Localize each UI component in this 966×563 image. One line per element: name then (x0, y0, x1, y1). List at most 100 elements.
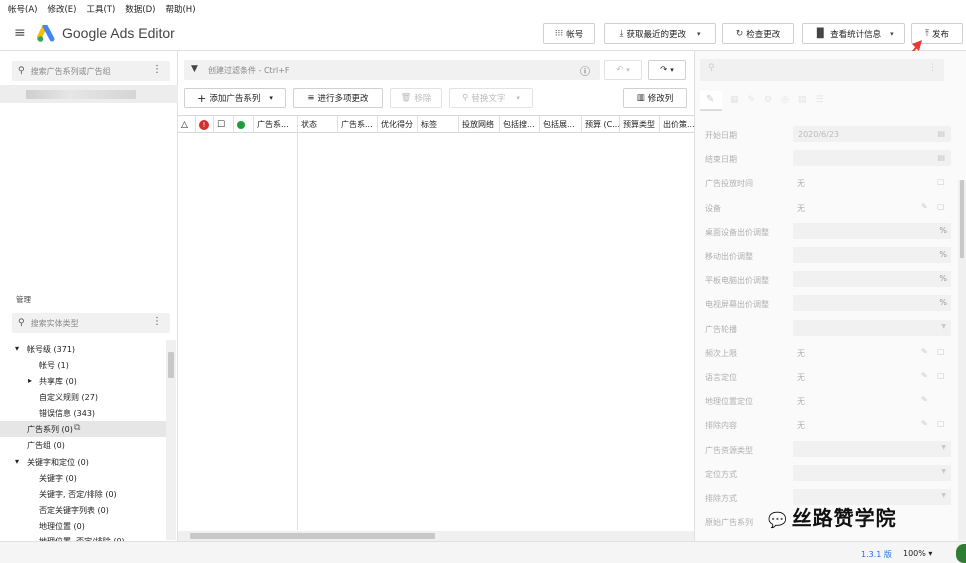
property-field[interactable]: % (793, 223, 951, 239)
modify-columns-button[interactable]: ▥ 修改列 (623, 88, 687, 108)
account-button[interactable]: ⁝⁝⁝ 帐号 (543, 23, 595, 44)
property-value: 无 (797, 204, 805, 213)
tree-expand-icon[interactable]: ▸ (28, 376, 32, 385)
property-field[interactable]: ▼ (793, 465, 951, 481)
col-bid-strategy[interactable]: 出价策... (660, 116, 694, 133)
error-column-icon[interactable]: ! (196, 116, 214, 133)
copy-icon[interactable]: ▢ (937, 347, 945, 356)
tree-item-negative-keyword-lists[interactable]: 否定关键字列表 (0) (39, 505, 109, 516)
chevron-down-icon[interactable]: ▾ (516, 94, 520, 102)
properties-search-input[interactable]: ⚲ ⋮ (700, 59, 944, 81)
chevron-down-icon[interactable]: ▼ (941, 492, 946, 499)
property-tab-icons[interactable]: ▦✎⚙◎▤☰ (730, 95, 833, 105)
property-field[interactable]: ▤ (793, 150, 951, 166)
tree-item-negative-keywords[interactable]: 关键字, 否定/排除 (0) (39, 489, 117, 500)
property-field[interactable]: % (793, 247, 951, 263)
assistant-icon[interactable] (956, 544, 966, 563)
filter-bar[interactable]: ▼ 创建过滤条件 - Ctrl+F ⓘ (184, 60, 600, 80)
chevron-down-icon[interactable]: ▾ (697, 30, 701, 38)
copy-icon[interactable]: ▢ (937, 202, 945, 211)
replace-text-button[interactable]: ⚲ 替换文字 ▾ (449, 88, 533, 108)
version-link[interactable]: 1.3.1 版 (861, 549, 892, 560)
campaign-search-input[interactable]: ⚲ 搜索广告系列或广告组 ⋮ (12, 61, 170, 81)
tree-item-keywords[interactable]: 关键字 (0) (39, 473, 77, 484)
col-status[interactable]: 状态 (298, 116, 338, 133)
col-optimization-score[interactable]: 优化得分 (378, 116, 418, 133)
pencil-icon[interactable]: ✎ (921, 395, 928, 404)
tree-item-account-level[interactable]: 帐号级 (371) (27, 344, 75, 355)
copy-icon[interactable]: ▢ (937, 419, 945, 428)
pencil-icon[interactable]: ✎ (921, 202, 928, 211)
tree-item-locations[interactable]: 地理位置 (0) (39, 521, 85, 532)
open-external-icon[interactable]: ⧉ (74, 423, 80, 433)
hamburger-menu-icon[interactable]: ≡ (14, 25, 26, 41)
pencil-icon[interactable]: ✎ (921, 419, 928, 428)
scrollbar-thumb[interactable] (960, 180, 964, 258)
pencil-icon[interactable]: ✎ (921, 371, 928, 380)
tree-item-account[interactable]: 帐号 (1) (39, 360, 69, 371)
tree-item-ad-groups[interactable]: 广告组 (0) (27, 440, 65, 451)
entity-type-search-input[interactable]: ⚲ 搜索实体类型 ⋮ (12, 313, 170, 333)
remove-button[interactable]: 🗑 移除 (390, 88, 442, 108)
zoom-level[interactable]: 100% ▾ (903, 549, 932, 558)
property-field[interactable]: % (793, 271, 951, 287)
col-include-display[interactable]: 包括展... (540, 116, 582, 133)
calendar-icon[interactable]: ▤ (937, 129, 945, 138)
col-include-search[interactable]: 包括搜... (500, 116, 540, 133)
copy-icon[interactable]: ▢ (937, 371, 945, 380)
undo-button[interactable]: ↶ ▾ (604, 60, 642, 80)
col-labels[interactable]: 标签 (418, 116, 459, 133)
property-field[interactable]: ▼ (793, 320, 951, 336)
property-field[interactable]: ▼ (793, 441, 951, 457)
property-label: 原始广告系列 (705, 518, 753, 527)
pencil-icon[interactable]: ✎ (921, 347, 928, 356)
more-options-icon[interactable]: ⋮ (152, 316, 162, 327)
grid-horizontal-scrollbar[interactable] (178, 531, 694, 541)
tree-expand-icon[interactable]: ▾ (15, 457, 19, 466)
redo-button[interactable]: ↷ ▾ (648, 60, 686, 80)
tree-item-shared-library[interactable]: 共享库 (0) (39, 376, 77, 387)
property-value: 无 (797, 397, 805, 406)
col-budget-type[interactable]: 预算类型 (620, 116, 660, 133)
menu-tools[interactable]: 工具(T) (86, 3, 115, 15)
property-label: 电视屏幕出价调整 (705, 300, 769, 309)
tree-item-keywords-targeting[interactable]: 关键字和定位 (0) (27, 457, 89, 468)
menu-data[interactable]: 数据(D) (125, 3, 155, 15)
chevron-down-icon[interactable]: ▾ (890, 30, 894, 38)
scrollbar-thumb[interactable] (168, 352, 174, 378)
get-recent-changes-button[interactable]: ⤓ 获取最近的更改 ▾ (604, 23, 716, 44)
comment-column-icon[interactable]: ☐ (214, 116, 234, 133)
tree-expand-icon[interactable]: ▾ (15, 344, 19, 353)
calendar-icon[interactable]: ▤ (937, 153, 945, 162)
chevron-down-icon[interactable]: ▼ (941, 323, 946, 330)
menu-edit[interactable]: 修改(E) (47, 3, 76, 15)
tree-item-campaigns[interactable]: 广告系列 (0) (27, 424, 73, 435)
add-campaign-button[interactable]: + 添加广告系列 ▾ (184, 88, 286, 108)
col-networks[interactable]: 投放网络 (459, 116, 500, 133)
more-options-icon[interactable]: ⋮ (152, 64, 162, 75)
tree-item-custom-rules[interactable]: 自定义规则 (27) (39, 392, 98, 403)
check-changes-button[interactable]: ↻ 检查更改 (722, 23, 794, 44)
edit-tab[interactable]: ✎ (700, 91, 722, 111)
chevron-down-icon[interactable]: ▼ (941, 444, 946, 451)
more-options-icon[interactable]: ⋮ (928, 63, 937, 73)
warning-column-icon[interactable]: △ (178, 116, 196, 133)
col-campaign[interactable]: 广告系... (254, 116, 298, 133)
menu-account[interactable]: 帐号(A) (8, 3, 37, 15)
tree-scrollbar[interactable] (166, 340, 176, 540)
status-column-icon[interactable] (234, 116, 254, 133)
scrollbar-thumb[interactable] (190, 533, 435, 539)
property-field[interactable]: % (793, 295, 951, 311)
properties-scrollbar[interactable] (958, 180, 966, 540)
multi-edit-button[interactable]: ≡ 进行多项更改 (293, 88, 383, 108)
menu-help[interactable]: 帮助(H) (165, 3, 195, 15)
property-field[interactable]: 2020/6/23 ▤ (793, 126, 951, 142)
refresh-icon: ↻ (735, 28, 744, 39)
col-budget[interactable]: 预算 (C... (582, 116, 620, 133)
chevron-down-icon[interactable]: ▼ (941, 468, 946, 475)
help-icon[interactable]: ⓘ (580, 63, 590, 78)
tree-item-errors[interactable]: 错误信息 (343) (39, 408, 95, 419)
chevron-down-icon[interactable]: ▾ (269, 94, 273, 102)
copy-icon[interactable]: ▢ (937, 177, 945, 186)
col-campaign-type[interactable]: 广告系... (338, 116, 378, 133)
